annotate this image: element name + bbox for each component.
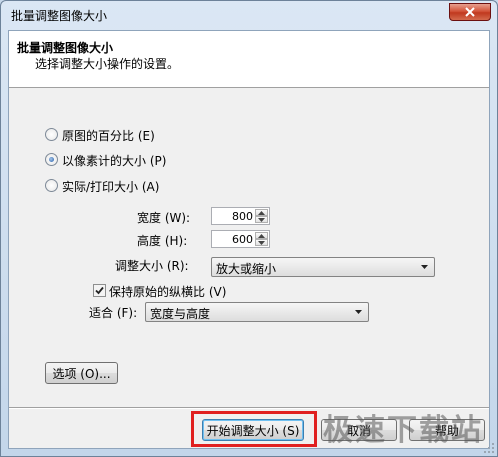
width-up-button[interactable] (255, 209, 268, 216)
arrow-down-icon (258, 241, 265, 245)
arrow-up-icon (258, 211, 265, 215)
resize-grip-icon[interactable] (483, 442, 495, 454)
watermark-text: 极速下载站 (323, 413, 483, 448)
arrow-down-icon (258, 218, 265, 222)
keep-aspect-label: 保持原始的纵横比 (V) (109, 285, 227, 299)
dialog-body: 批量调整图像大小 选择调整大小操作的设置。 原图的百分比 (E) 以像素计的大小… (8, 30, 490, 449)
radio-percent[interactable] (45, 128, 58, 141)
width-input[interactable] (213, 209, 253, 223)
resize-select[interactable]: 放大或缩小 (211, 257, 435, 277)
chevron-down-icon (355, 310, 362, 314)
fit-select[interactable]: 宽度与高度 (145, 302, 369, 322)
title-bar: 批量调整图像大小 (1, 1, 497, 29)
height-down-button[interactable] (255, 239, 268, 246)
radio-print-size[interactable] (45, 179, 58, 192)
radio-pixels[interactable] (45, 153, 58, 166)
width-spinner[interactable] (211, 207, 270, 225)
height-spinner[interactable] (211, 230, 270, 248)
radio-print-size-label: 实际/打印大小 (A) (62, 180, 160, 194)
checkmark-icon (95, 286, 104, 295)
height-input[interactable] (213, 232, 253, 246)
width-down-button[interactable] (255, 216, 268, 223)
highlight-box (191, 411, 317, 447)
height-label: 高度 (H): (137, 234, 188, 248)
width-label: 宽度 (W): (137, 211, 191, 225)
close-button[interactable] (449, 3, 491, 21)
resize-label: 调整大小 (R): (115, 259, 189, 273)
window-title: 批量调整图像大小 (11, 9, 108, 23)
fit-label: 适合 (F): (89, 306, 138, 320)
keep-aspect-checkbox[interactable] (93, 284, 106, 297)
radio-percent-label: 原图的百分比 (E) (62, 129, 155, 143)
options-button[interactable]: 选项 (O)... (45, 362, 118, 384)
fit-select-value: 宽度与高度 (150, 307, 211, 321)
dialog-header: 批量调整图像大小 选择调整大小操作的设置。 (9, 31, 489, 88)
header-title: 批量调整图像大小 (17, 41, 114, 55)
dialog-window: 批量调整图像大小 批量调整图像大小 选择调整大小操作的设置。 原图的百分比 (E… (0, 0, 498, 457)
radio-pixels-label: 以像素计的大小 (P) (62, 154, 167, 168)
arrow-up-icon (258, 234, 265, 238)
close-icon (465, 7, 475, 17)
header-subtitle: 选择调整大小操作的设置。 (35, 57, 180, 71)
resize-select-value: 放大或缩小 (216, 262, 277, 276)
height-up-button[interactable] (255, 232, 268, 239)
chevron-down-icon (421, 265, 428, 269)
